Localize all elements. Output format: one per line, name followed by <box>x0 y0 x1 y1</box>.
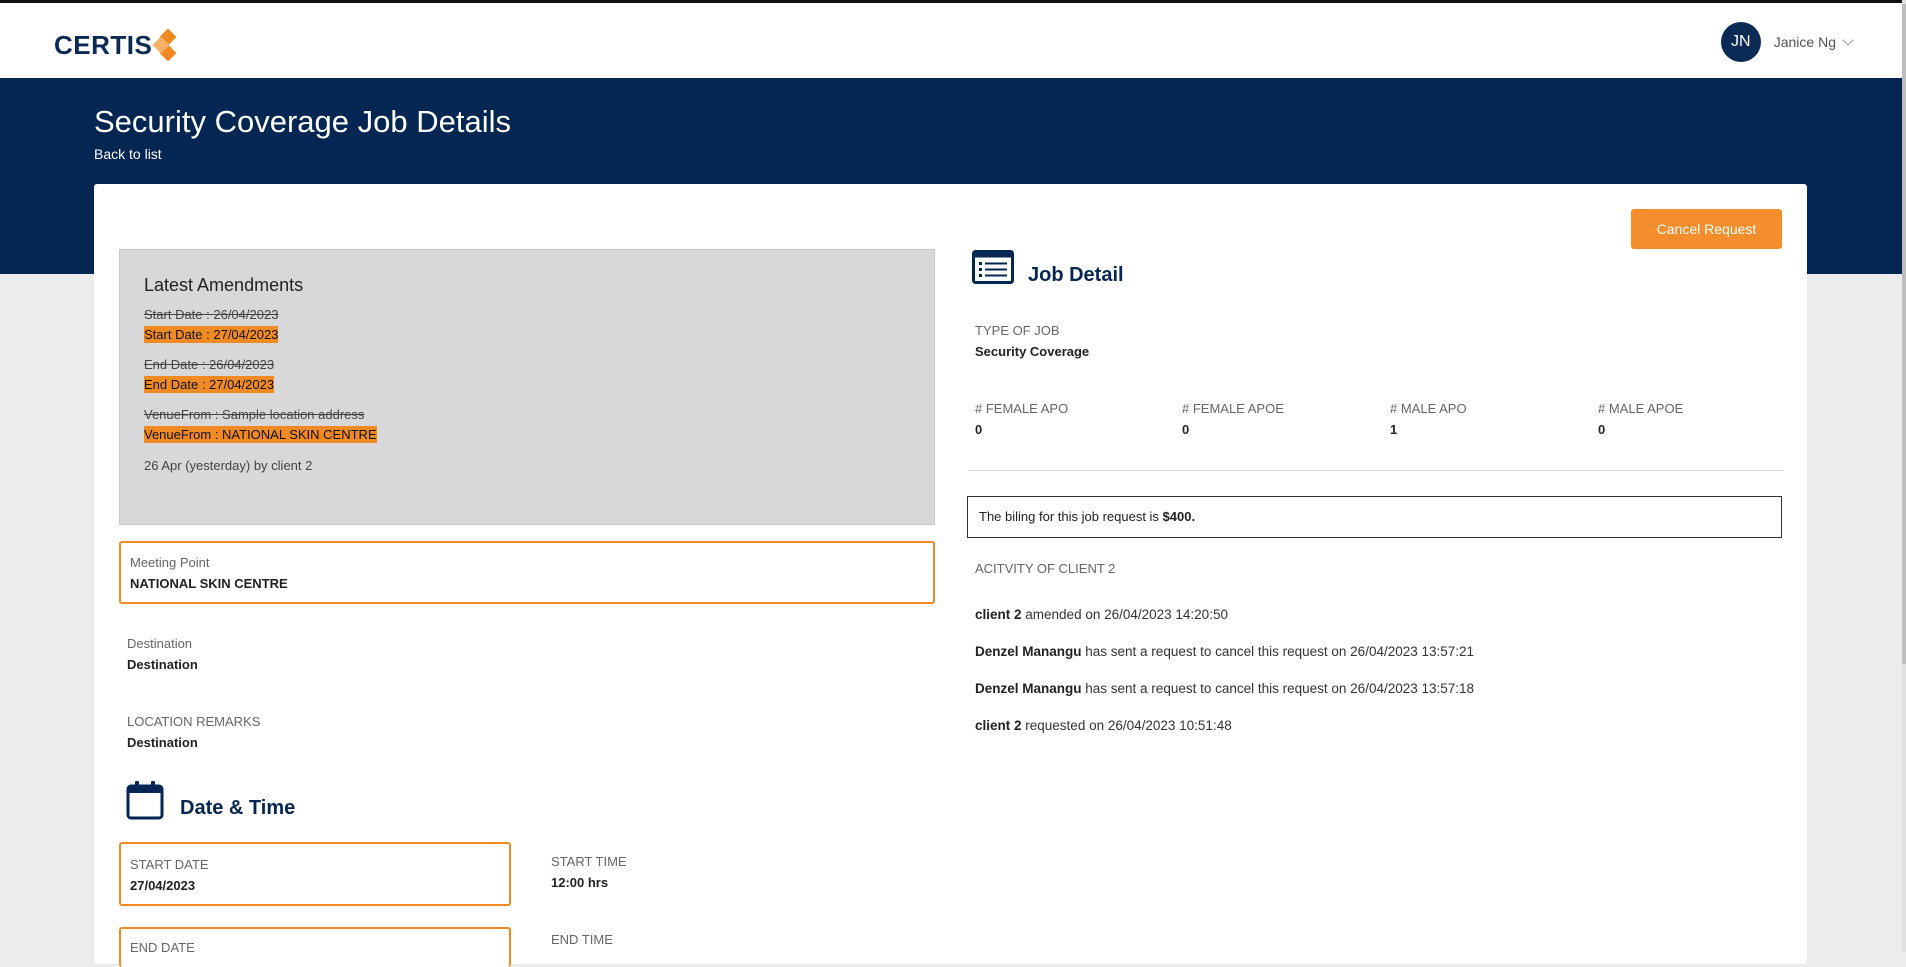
billing-text: The biling for this job request is <box>979 509 1163 524</box>
female-apo-value: 0 <box>975 422 983 437</box>
activity-item: client 2 requested on 26/04/2023 10:51:4… <box>975 718 1232 733</box>
amendment-old: VenueFrom : Sample location address <box>144 407 364 422</box>
amendment-new: VenueFrom : NATIONAL SKIN CENTRE <box>144 426 377 443</box>
activity-actor: Denzel Manangu <box>975 681 1082 696</box>
amendment-new: Start Date : 27/04/2023 <box>144 326 279 343</box>
vertical-scrollbar[interactable] <box>1902 0 1906 952</box>
male-apo-label: # MALE APO <box>1390 401 1467 416</box>
activity-label: ACITVITY OF CLIENT 2 <box>975 561 1116 576</box>
scrollbar-thumb[interactable] <box>1902 4 1906 664</box>
female-apoe-label: # FEMALE APOE <box>1182 401 1284 416</box>
amendment-new: End Date : 27/04/2023 <box>144 376 275 393</box>
activity-actor: client 2 <box>975 718 1022 733</box>
certis-logo[interactable]: CERTIS <box>54 27 180 63</box>
type-of-job-value: Security Coverage <box>975 344 1090 359</box>
old-venue: VenueFrom : Sample location address <box>144 407 365 422</box>
start-date-label: START DATE <box>130 857 209 872</box>
male-apoe-value: 0 <box>1598 422 1606 437</box>
user-name[interactable]: Janice Ng <box>1774 34 1836 50</box>
chevron-down-icon[interactable] <box>1842 34 1854 46</box>
logo-diamond-icon <box>152 28 180 62</box>
avatar[interactable]: JN <box>1720 22 1761 62</box>
female-apoe-value: 0 <box>1182 422 1190 437</box>
destination-value: Destination <box>127 657 198 672</box>
calendar-icon <box>126 781 164 820</box>
job-detail-title: Job Detail <box>1028 264 1124 286</box>
start-date-value: 27/04/2023 <box>130 878 196 893</box>
type-of-job-label: TYPE OF JOB <box>975 323 1060 338</box>
activity-text: has sent a request to cancel this reques… <box>1081 644 1475 659</box>
activity-text: has sent a request to cancel this reques… <box>1081 681 1475 696</box>
page-title: Security Coverage Job Details <box>94 104 511 139</box>
logo-text: CERTIS <box>54 29 153 60</box>
amendments-title: Latest Amendments <box>144 275 304 295</box>
destination-label: Destination <box>127 636 193 651</box>
meeting-point-value: NATIONAL SKIN CENTRE <box>130 576 288 591</box>
activity-actor: client 2 <box>975 607 1022 622</box>
user-menu[interactable]: JN Janice Ng <box>1720 22 1854 62</box>
old-start-date: Start Date : 26/04/2023 <box>144 307 279 322</box>
amendment-author: 26 Apr (yesterday) by client 2 <box>144 458 313 473</box>
activity-item: client 2 amended on 26/04/2023 14:20:50 <box>975 607 1228 622</box>
amendment-old: Start Date : 26/04/2023 <box>144 307 278 322</box>
list-detail-icon <box>972 250 1014 284</box>
end-date-label: END DATE <box>130 940 195 955</box>
male-apoe-label: # MALE APOE <box>1598 401 1684 416</box>
start-date-field[interactable] <box>119 842 511 906</box>
top-bar: CERTIS JN Janice Ng <box>0 3 1902 78</box>
activity-item: Denzel Manangu has sent a request to can… <box>975 644 1474 659</box>
start-time-value: 12:00 hrs <box>551 875 609 890</box>
new-end-date: End Date : 27/04/2023 <box>144 376 275 393</box>
activity-actor: Denzel Manangu <box>975 644 1082 659</box>
amendment-old: End Date : 26/04/2023 <box>144 357 274 372</box>
billing-notice: The biling for this job request is $400. <box>967 496 1782 538</box>
female-apo-label: # FEMALE APO <box>975 401 1069 416</box>
new-venue: VenueFrom : NATIONAL SKIN CENTRE <box>144 426 377 443</box>
billing-amount: $400. <box>1162 509 1196 524</box>
male-apo-value: 1 <box>1390 422 1398 437</box>
cancel-request-button[interactable]: Cancel Request <box>1631 209 1782 249</box>
start-time-label: START TIME <box>551 854 627 869</box>
end-time-label: END TIME <box>551 932 613 947</box>
old-end-date: End Date : 26/04/2023 <box>144 357 275 372</box>
location-remarks-label: LOCATION REMARKS <box>127 714 261 729</box>
location-remarks-value: Destination <box>127 735 198 750</box>
meeting-point-label: Meeting Point <box>130 555 210 570</box>
section-divider <box>968 470 1784 471</box>
back-to-list-link[interactable]: Back to list <box>94 146 162 162</box>
new-start-date: Start Date : 27/04/2023 <box>144 326 279 343</box>
meeting-point-field[interactable] <box>119 541 935 604</box>
date-time-title: Date & Time <box>180 797 296 819</box>
activity-text: requested on 26/04/2023 10:51:48 <box>1021 718 1232 733</box>
activity-item: Denzel Manangu has sent a request to can… <box>975 681 1474 696</box>
activity-text: amended on 26/04/2023 14:20:50 <box>1021 607 1228 622</box>
